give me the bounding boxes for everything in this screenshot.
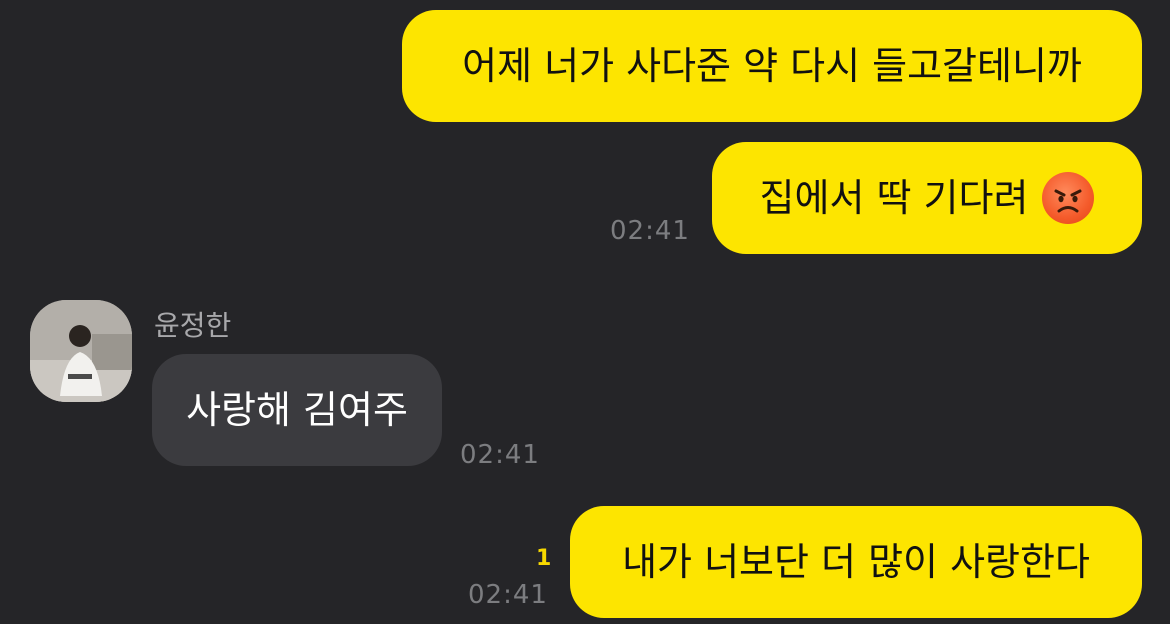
- message-text: 집에서 딱 기다려: [759, 176, 1029, 220]
- message-text: 사랑해 김여주: [186, 388, 408, 432]
- message-text: 내가 너보단 더 많이 사랑한다: [622, 540, 1090, 584]
- my-message-bubble[interactable]: 내가 너보단 더 많이 사랑한다: [570, 506, 1142, 618]
- message-time: 02:41: [468, 580, 548, 610]
- avatar[interactable]: [30, 300, 132, 402]
- message-text: 어제 너가 사다준 약 다시 들고갈테니까: [462, 44, 1082, 88]
- their-message-bubble[interactable]: 사랑해 김여주: [152, 354, 442, 466]
- my-message-bubble[interactable]: 어제 너가 사다준 약 다시 들고갈테니까: [402, 10, 1142, 122]
- message-time: 02:41: [610, 216, 690, 246]
- message-time: 02:41: [460, 440, 540, 470]
- angry-face-icon: [1042, 172, 1095, 224]
- chat-room: 어제 너가 사다준 약 다시 들고갈테니까 집에서 딱 기다려 02:41 윤정…: [0, 0, 1170, 624]
- sender-name: 윤정한: [154, 309, 232, 342]
- my-message-bubble[interactable]: 집에서 딱 기다려: [712, 142, 1142, 254]
- unread-count: 1: [536, 546, 552, 571]
